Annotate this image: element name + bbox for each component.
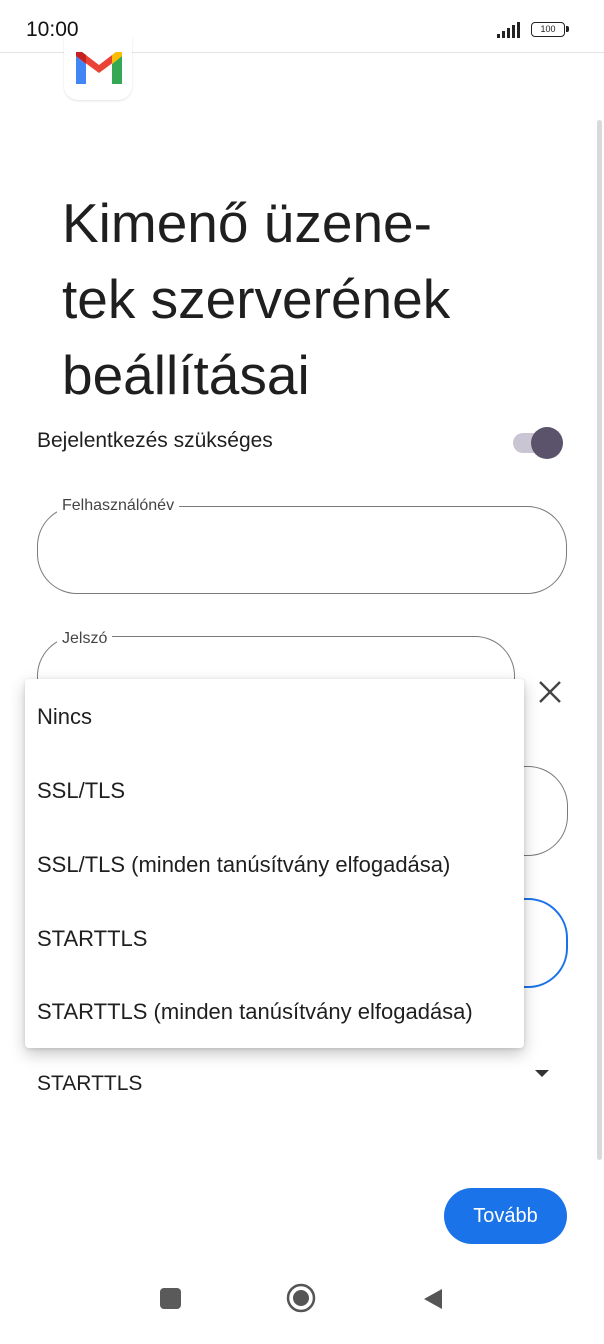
recents-icon[interactable] [160,1288,181,1309]
password-label: Jelszó [57,630,113,648]
menu-item-starttls-accept-all[interactable]: STARTTLS (minden tanúsítvány elfogadása) [37,999,473,1025]
login-required-label: Bejelentkezés szükséges [37,429,273,452]
back-icon[interactable] [422,1287,444,1311]
battery-icon: 100 [531,22,571,38]
username-field[interactable] [37,506,567,594]
menu-item-ssl-tls[interactable]: SSL/TLS [37,778,125,804]
menu-item-ssl-tls-accept-all[interactable]: SSL/TLS (minden tanúsítvány elfogadása) [37,852,450,878]
dropdown-arrow-icon[interactable] [535,1070,549,1077]
next-button[interactable]: Tovább [444,1188,567,1244]
page-title-line: tek szerverének [62,267,451,330]
scrollbar[interactable] [597,120,602,1160]
menu-item-starttls[interactable]: STARTTLS [37,926,147,952]
battery-level: 100 [531,22,565,37]
close-icon[interactable] [535,677,565,707]
login-required-toggle[interactable] [511,426,565,460]
signal-bars-icon [497,22,520,38]
page-title: Kimenő üzene- tek szerverének beállítása… [62,185,522,413]
home-icon[interactable] [286,1283,316,1313]
toggle-thumb [531,427,563,459]
page-title-line: Kimenő üzene- [62,191,432,254]
page-title-line: beállításai [62,343,310,406]
security-selected-value[interactable]: STARTTLS [37,1072,142,1096]
menu-item-nincs[interactable]: Nincs [37,704,92,730]
security-options-menu: Nincs SSL/TLS SSL/TLS (minden tanúsítván… [25,679,524,1048]
app-logo [64,36,132,100]
username-label: Felhasználónév [57,497,180,515]
system-nav-bar [0,1270,604,1344]
gmail-logo-icon [76,52,122,84]
